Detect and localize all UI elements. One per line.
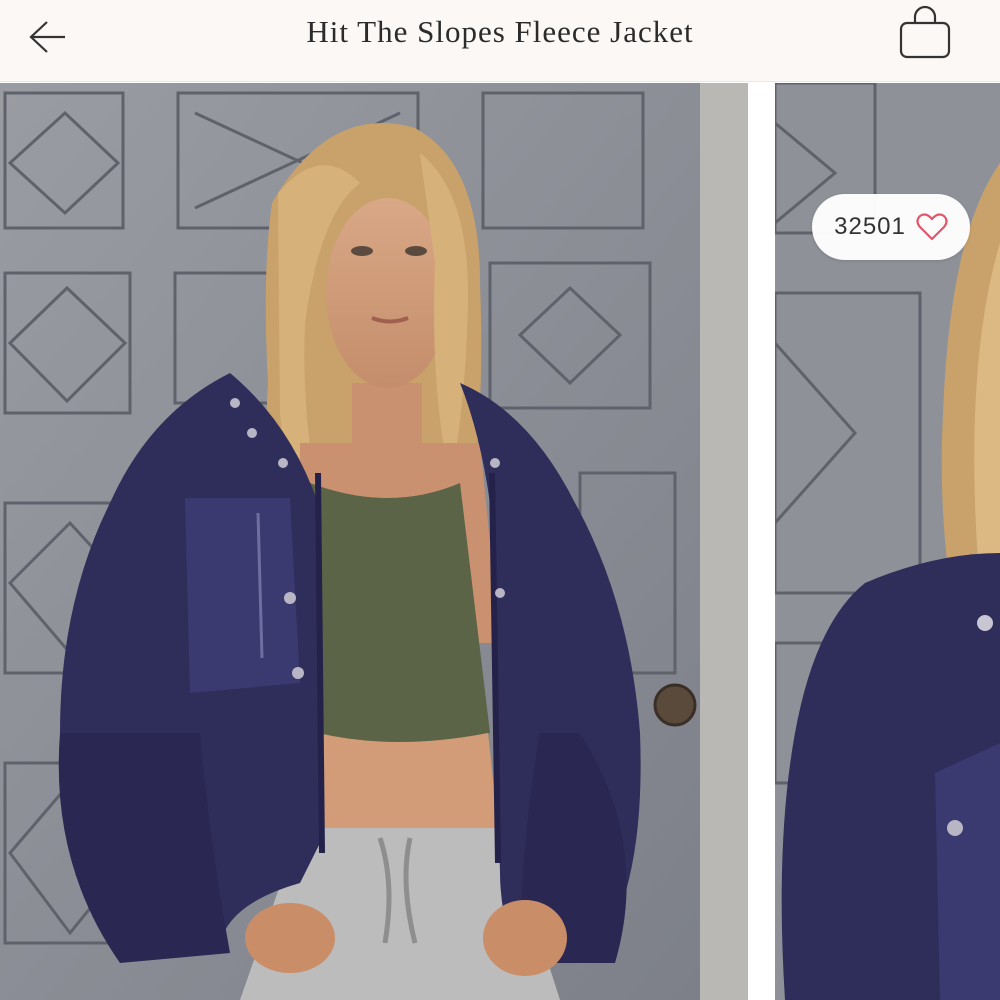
product-image-carousel[interactable]: 32501 <box>0 83 1000 1000</box>
product-image-main[interactable] <box>0 83 748 1000</box>
favorite-button[interactable]: 32501 <box>812 194 970 260</box>
favorite-count: 32501 <box>834 213 906 240</box>
heart-outline-icon <box>916 213 948 241</box>
product-photo <box>0 83 748 1000</box>
arrow-left-icon <box>29 21 65 53</box>
shopping-bag-button[interactable] <box>892 2 958 62</box>
page-title: Hit The Slopes Fleece Jacket <box>306 14 694 49</box>
shopping-bag-icon <box>899 5 951 59</box>
top-bar: Hit The Slopes Fleece Jacket <box>0 0 1000 82</box>
back-button[interactable] <box>22 14 72 60</box>
